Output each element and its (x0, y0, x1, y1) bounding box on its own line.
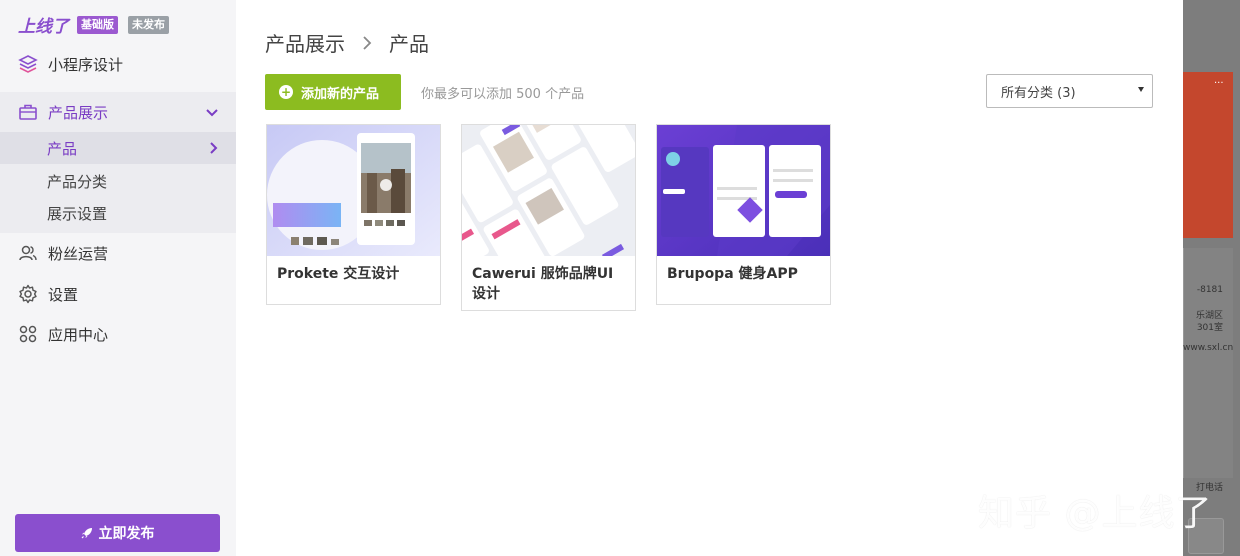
background-room-text: 301室 (1196, 323, 1223, 333)
main-content: 产品展示 产品 + 添加新的产品 你最多可以添加 500 个产品 所有分类 (3… (236, 0, 1183, 556)
more-icon: ··· (1214, 78, 1224, 89)
sidebar-item-label: 设置 (48, 285, 79, 304)
sidebar-item-label: 小程序设计 (48, 55, 124, 74)
product-card[interactable]: Cawerui 服饰品牌UI 设计 (461, 124, 636, 311)
add-product-label: 添加新的产品 (301, 86, 380, 102)
users-icon (18, 243, 38, 263)
gear-icon (18, 284, 38, 304)
sidebar-subitem-products[interactable]: 产品 (0, 132, 236, 164)
category-select[interactable]: 所有分类 (3) (986, 74, 1153, 108)
product-limit-hint: 你最多可以添加 500 个产品 (421, 87, 585, 102)
product-card[interactable]: Prokete 交互设计 (266, 124, 441, 305)
category-select-value: 所有分类 (3) (1001, 85, 1076, 101)
chevron-right-icon (361, 35, 373, 51)
caret-down-icon (1138, 87, 1144, 92)
background-url-text: www.sxl.cn (1183, 343, 1234, 353)
rocket-icon (81, 527, 93, 539)
sidebar-item-settings[interactable]: 设置 (0, 274, 236, 314)
product-title: Prokete 交互设计 (277, 266, 400, 282)
background-panel (1183, 248, 1233, 478)
brand: 上线了 基础版 未发布 (18, 12, 169, 37)
sidebar-subitem-label: 展示设置 (47, 204, 108, 223)
status-badge: 未发布 (128, 15, 169, 34)
background-phone-text: -8181 (1196, 285, 1223, 295)
sidebar-item-fan-operations[interactable]: 粉丝运营 (0, 233, 236, 273)
sidebar-subitem-categories[interactable]: 产品分类 (0, 165, 236, 197)
chevron-down-icon (204, 104, 220, 120)
product-submenu: 产品 产品分类 展示设置 (0, 132, 236, 233)
product-card[interactable]: Brupopa 健身APP (656, 124, 831, 305)
plus-icon: + (279, 85, 293, 99)
sidebar-subitem-display-settings[interactable]: 展示设置 (0, 197, 236, 229)
publish-button[interactable]: 立即发布 (15, 514, 220, 552)
brand-logo[interactable]: 上线了 (18, 12, 69, 37)
sidebar-item-label: 产品展示 (48, 103, 109, 122)
breadcrumb-current: 产品 (389, 32, 429, 56)
briefcase-icon (18, 102, 38, 122)
product-thumbnail (267, 125, 440, 256)
product-title: Brupopa 健身APP (667, 266, 798, 282)
publish-label: 立即发布 (98, 526, 155, 542)
sidebar-item-app-center[interactable]: 应用中心 (0, 314, 236, 354)
chevron-right-icon (206, 141, 220, 155)
breadcrumb-parent[interactable]: 产品展示 (265, 28, 345, 57)
edition-badge: 基础版 (77, 15, 118, 34)
background-banner (1183, 72, 1233, 238)
add-product-button[interactable]: + 添加新的产品 (265, 74, 401, 110)
product-title: Cawerui 服饰品牌UI 设计 (472, 266, 614, 302)
layers-icon (18, 54, 38, 74)
breadcrumb: 产品展示 产品 (265, 28, 429, 57)
sidebar-item-miniprogram-design[interactable]: 小程序设计 (0, 44, 236, 84)
sidebar-subitem-label: 产品 (47, 139, 78, 158)
product-thumbnail (657, 125, 830, 256)
sidebar: 上线了 基础版 未发布 小程序设计 产品展示 产品 产品分类 展示设置 粉丝运营… (0, 0, 236, 556)
watermark: 知乎 @上线了 (978, 493, 1213, 534)
sidebar-item-label: 应用中心 (48, 325, 109, 344)
product-thumbnail (462, 125, 635, 256)
sidebar-subitem-label: 产品分类 (47, 172, 108, 191)
sidebar-item-label: 粉丝运营 (48, 244, 109, 263)
sidebar-item-product-showcase[interactable]: 产品展示 (0, 92, 236, 132)
apps-grid-icon (18, 324, 38, 344)
